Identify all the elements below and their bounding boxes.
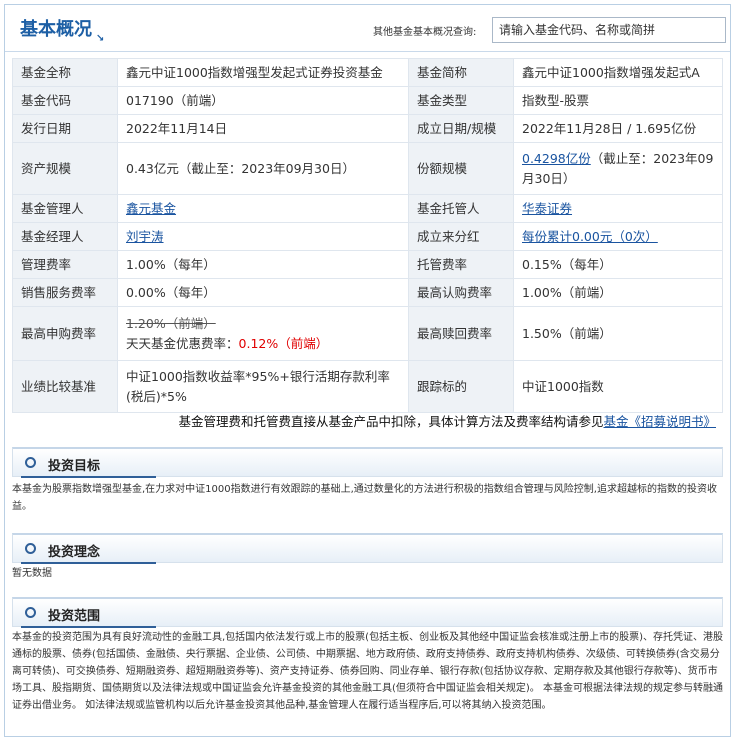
row-value: 017190（前端） xyxy=(117,86,409,115)
circle-bullet-icon xyxy=(25,543,36,554)
row-value: 华泰证券 xyxy=(513,194,723,223)
section-body-scope: 本基金的投资范围为具有良好流动性的金融工具,包括国内依法发行或上市的股票(包括主… xyxy=(12,632,723,711)
table-row: 最高申购费率 1.20%（前端） 天天基金优惠费率：0.12%（前端） 最高赎回… xyxy=(12,306,723,361)
table-row: 发行日期 2022年11月14日 成立日期/规模 2022年11月28日 / 1… xyxy=(12,114,723,143)
row-value: 1.00%（前端） xyxy=(513,278,723,307)
table-row: 基金全称 鑫元中证1000指数增强型发起式证券投资基金 基金简称 鑫元中证100… xyxy=(12,58,723,87)
row-value: 2022年11月14日 xyxy=(117,114,409,143)
row-key: 发行日期 xyxy=(12,114,118,143)
row-value: 0.43亿元（截止至：2023年09月30日） xyxy=(117,142,409,195)
row-key: 基金管理人 xyxy=(12,194,118,223)
row-key: 业绩比较基准 xyxy=(12,360,118,413)
row-key: 基金代码 xyxy=(12,86,118,115)
row-value: 1.00%（每年） xyxy=(117,250,409,279)
circle-bullet-icon xyxy=(25,607,36,618)
section-header-philosophy: 投资理念 xyxy=(12,533,723,564)
row-key: 基金简称 xyxy=(408,58,514,87)
section-header-scope: 投资范围 xyxy=(12,597,723,628)
section-body-philosophy: 暂无数据 xyxy=(12,568,52,579)
share-scale-link[interactable]: 0.4298亿份 xyxy=(522,151,591,166)
row-key: 最高认购费率 xyxy=(408,278,514,307)
row-key: 最高赎回费率 xyxy=(408,306,514,361)
section-body-objective: 本基金为股票指数增强型基金,在力求对中证1000指数进行有效跟踪的基础上,通过数… xyxy=(12,484,717,512)
row-value: 0.00%（每年） xyxy=(117,278,409,307)
discount-fee-label: 天天基金优惠费率： xyxy=(126,335,239,351)
row-key: 最高申购费率 xyxy=(12,306,118,361)
table-row: 基金管理人 鑫元基金 基金托管人 华泰证券 xyxy=(12,194,723,223)
prospectus-link[interactable]: 基金《招募说明书》 xyxy=(603,414,716,429)
header: 基本概况 ↘ 其他基金基本概况查询: xyxy=(5,5,730,52)
discount-fee: 天天基金优惠费率：0.12%（前端） xyxy=(126,334,400,354)
row-key: 资产规模 xyxy=(12,142,118,195)
row-value: 0.15%（每年） xyxy=(513,250,723,279)
row-key: 成立日期/规模 xyxy=(408,114,514,143)
row-value: 鑫元中证1000指数增强发起式A xyxy=(513,58,723,87)
row-key: 托管费率 xyxy=(408,250,514,279)
discount-fee-value: 0.12%（前端） xyxy=(238,335,329,351)
row-key: 跟踪标的 xyxy=(408,360,514,413)
section-underline xyxy=(21,626,156,628)
fee-note-text: 基金管理费和托管费直接从基金产品中扣除，具体计算方法及费率结构请参见 xyxy=(178,414,604,429)
row-value: 1.20%（前端） 天天基金优惠费率：0.12%（前端） xyxy=(117,306,409,361)
row-key: 销售服务费率 xyxy=(12,278,118,307)
section-header-objective: 投资目标 xyxy=(12,447,723,478)
page-title-text: 基本概况 xyxy=(20,19,92,40)
section-underline xyxy=(21,476,156,478)
row-value: 中证1000指数收益率*95%+银行活期存款利率(税后)*5% xyxy=(117,360,409,413)
table-row: 基金经理人 刘宇涛 成立来分红 每份累计0.00元（0次） xyxy=(12,222,723,251)
page-title: 基本概况 ↘ xyxy=(20,15,104,44)
corner-arrow-icon: ↘ xyxy=(96,33,105,44)
row-value: 刘宇涛 xyxy=(117,222,409,251)
fund-manager-company-link[interactable]: 鑫元基金 xyxy=(126,201,176,216)
row-value: 0.4298亿份（截止至：2023年09月30日） xyxy=(513,142,723,195)
table-row: 业绩比较基准 中证1000指数收益率*95%+银行活期存款利率(税后)*5% 跟… xyxy=(12,360,723,413)
row-value: 指数型-股票 xyxy=(513,86,723,115)
dividend-link[interactable]: 每份累计0.00元（0次） xyxy=(522,229,658,244)
row-value: 中证1000指数 xyxy=(513,360,723,413)
row-key: 成立来分红 xyxy=(408,222,514,251)
table-row: 资产规模 0.43亿元（截止至：2023年09月30日） 份额规模 0.4298… xyxy=(12,142,723,195)
original-fee: 1.20%（前端） xyxy=(126,315,216,331)
row-value: 2022年11月28日 / 1.695亿份 xyxy=(513,114,723,143)
section-title: 投资理念 xyxy=(48,545,101,560)
row-value: 鑫元中证1000指数增强型发起式证券投资基金 xyxy=(117,58,409,87)
row-value: 鑫元基金 xyxy=(117,194,409,223)
row-key: 基金全称 xyxy=(12,58,118,87)
custodian-link[interactable]: 华泰证券 xyxy=(522,201,572,216)
fee-note: 基金管理费和托管费直接从基金产品中扣除，具体计算方法及费率结构请参见基金《招募说… xyxy=(5,411,716,430)
table-row: 基金代码 017190（前端） 基金类型 指数型-股票 xyxy=(12,86,723,115)
fund-search-input[interactable] xyxy=(492,17,726,43)
table-row: 销售服务费率 0.00%（每年） 最高认购费率 1.00%（前端） xyxy=(12,278,723,307)
fund-info-table: 基金全称 鑫元中证1000指数增强型发起式证券投资基金 基金简称 鑫元中证100… xyxy=(12,58,723,413)
row-key: 份额规模 xyxy=(408,142,514,195)
fund-overview-panel: 基本概况 ↘ 其他基金基本概况查询: 基金全称 鑫元中证1000指数增强型发起式证… xyxy=(4,4,731,737)
row-key: 基金类型 xyxy=(408,86,514,115)
row-key: 基金托管人 xyxy=(408,194,514,223)
circle-bullet-icon xyxy=(25,457,36,468)
section-underline xyxy=(21,562,156,564)
search-label: 其他基金基本概况查询: xyxy=(373,27,477,38)
row-key: 基金经理人 xyxy=(12,222,118,251)
table-row: 管理费率 1.00%（每年） 托管费率 0.15%（每年） xyxy=(12,250,723,279)
section-title: 投资目标 xyxy=(48,459,101,474)
fund-manager-link[interactable]: 刘宇涛 xyxy=(126,229,164,244)
row-value: 1.50%（前端） xyxy=(513,306,723,361)
section-title: 投资范围 xyxy=(48,609,101,624)
row-key: 管理费率 xyxy=(12,250,118,279)
row-value: 每份累计0.00元（0次） xyxy=(513,222,723,251)
